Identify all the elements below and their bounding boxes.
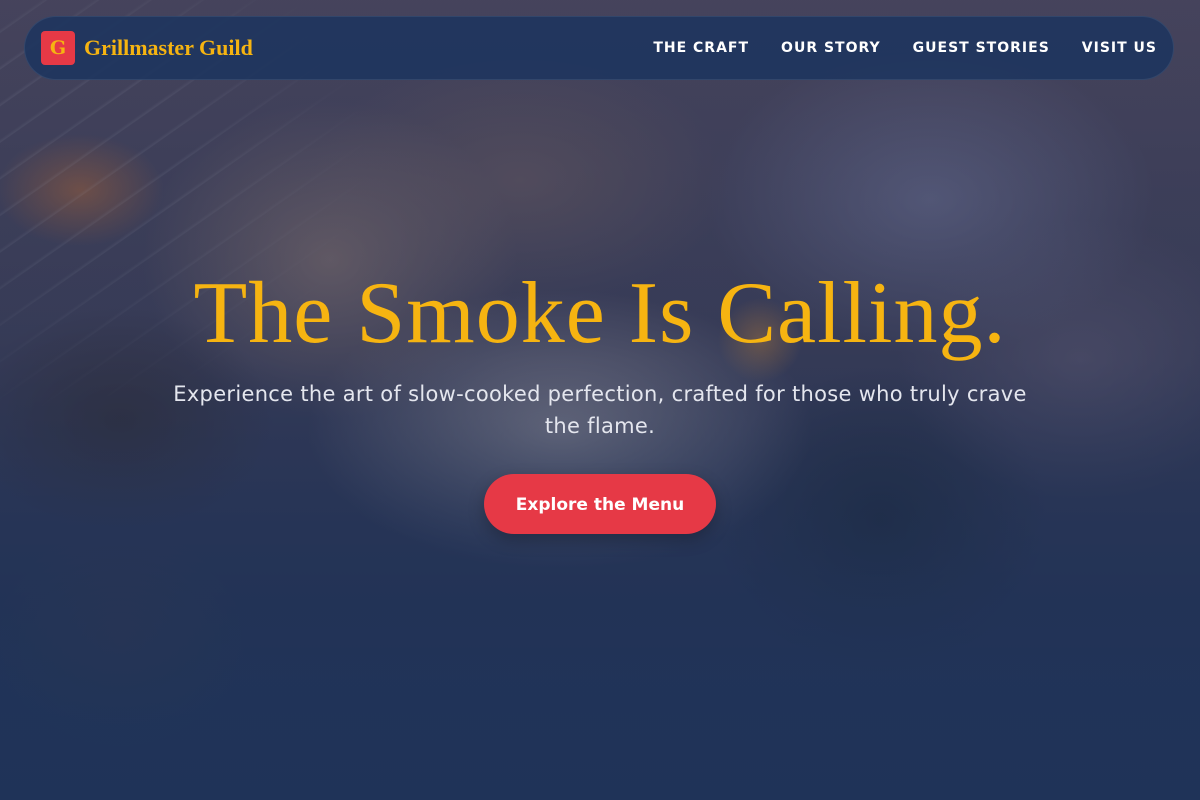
- nav-link-the-craft[interactable]: THE CRAFT: [653, 40, 749, 56]
- brand-name: Grillmaster Guild: [84, 35, 253, 60]
- hero-section: G Grillmaster Guild THE CRAFT OUR STORY …: [0, 0, 1200, 800]
- nav-link-guest-stories[interactable]: GUEST STORIES: [913, 40, 1050, 56]
- brand-logo-link[interactable]: G Grillmaster Guild: [41, 31, 253, 65]
- nav-link-visit-us[interactable]: VISIT US: [1082, 40, 1157, 56]
- hero-content: The Smoke Is Calling. Experience the art…: [0, 262, 1200, 534]
- explore-menu-button[interactable]: Explore the Menu: [484, 474, 716, 534]
- nav-links: THE CRAFT OUR STORY GUEST STORIES VISIT …: [653, 40, 1157, 56]
- hero-subtitle: Experience the art of slow-cooked perfec…: [173, 382, 1027, 438]
- top-navbar: G Grillmaster Guild THE CRAFT OUR STORY …: [24, 16, 1174, 80]
- brand-logo-icon: G: [41, 31, 75, 65]
- nav-link-our-story[interactable]: OUR STORY: [781, 40, 881, 56]
- hero-title: The Smoke Is Calling.: [193, 265, 1007, 362]
